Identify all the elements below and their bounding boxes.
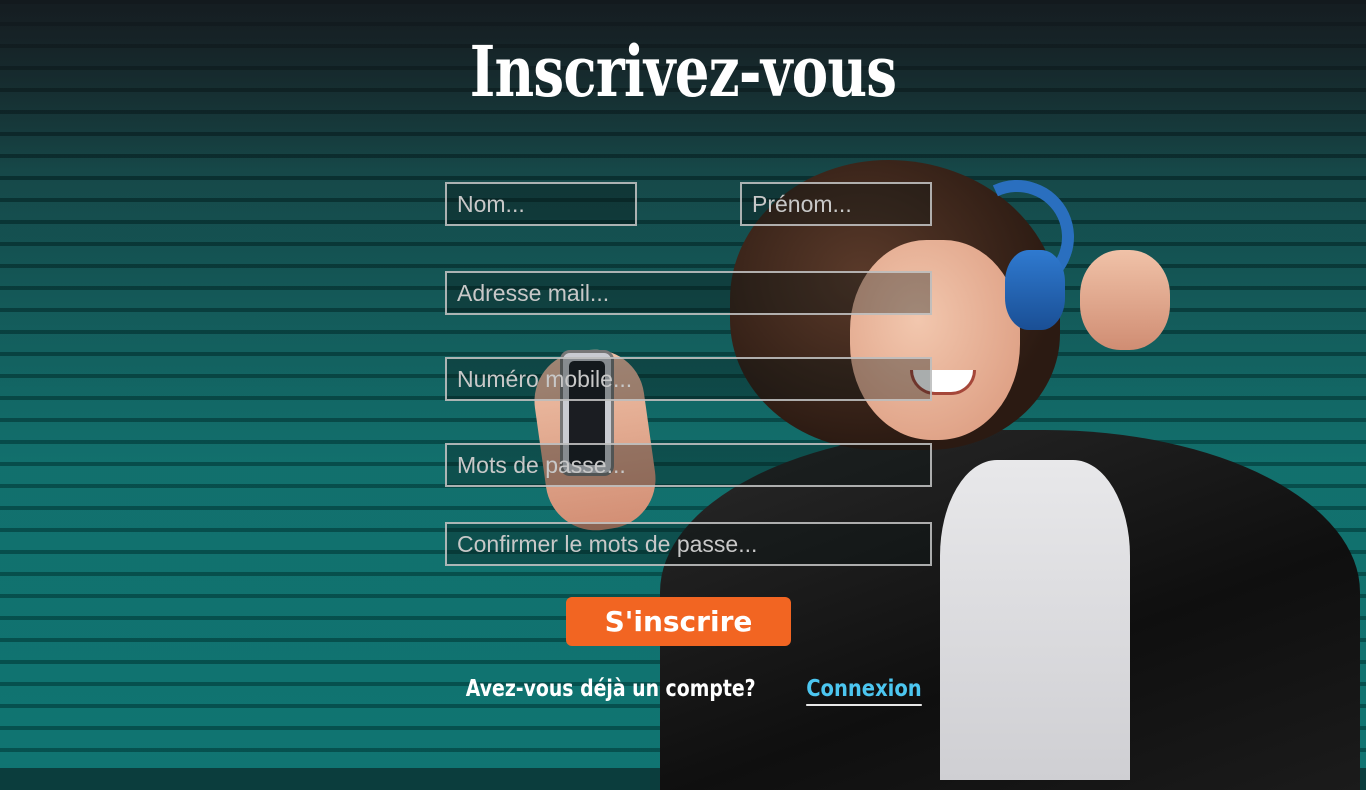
page-title: Inscrivez-vous [469,30,897,113]
signup-button[interactable]: S'inscrire [566,597,791,646]
login-question: Avez-vous déjà un compte? [466,676,756,702]
email-input[interactable] [445,271,932,315]
headphone-icon [1005,250,1065,330]
login-link[interactable]: Connexion [805,676,922,706]
password-input[interactable] [445,443,932,487]
confirm-password-input[interactable] [445,522,932,566]
mobile-input[interactable] [445,357,932,401]
nom-input[interactable] [445,182,637,226]
prenom-input[interactable] [740,182,932,226]
shirt-shape [940,460,1130,780]
hand-shape [1080,250,1170,350]
login-prompt: Avez-vous déjà un compte? Connexion [0,676,1366,706]
